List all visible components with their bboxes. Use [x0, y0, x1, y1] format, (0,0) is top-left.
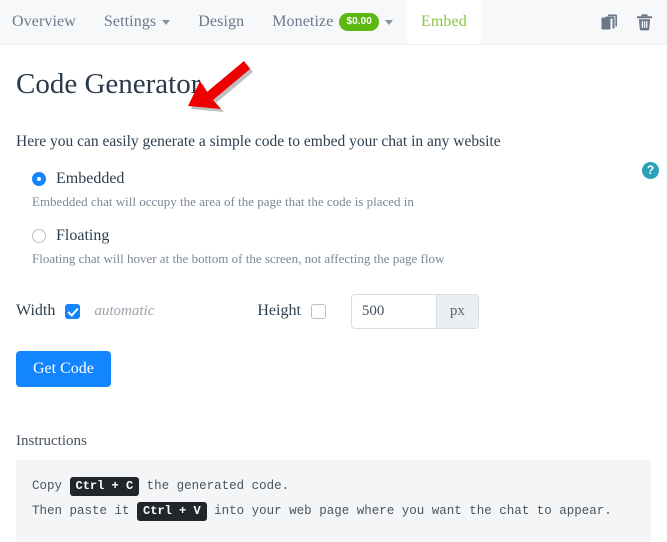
- nav-tab-settings-label: Settings: [103, 13, 157, 30]
- nav-tab-monetize[interactable]: Monetize $0.00: [258, 0, 407, 44]
- embed-type-options: Embedded Embedded chat will occupy the a…: [16, 170, 651, 267]
- instructions-line-2-before: Then paste it: [32, 503, 130, 518]
- instructions-line-2-after: into your web page where you want the ch…: [214, 503, 612, 518]
- top-navbar: Overview Settings Design Monetize $0.00 …: [0, 0, 667, 45]
- width-automatic-text: automatic: [94, 302, 155, 319]
- radio-embedded[interactable]: [32, 171, 46, 186]
- instructions-line-1-after: the generated code.: [146, 478, 290, 493]
- instructions-line-1: Copy Ctrl + C the generated code.: [32, 474, 635, 499]
- height-label: Height: [257, 302, 301, 320]
- width-automatic-checkbox[interactable]: [65, 303, 81, 319]
- radio-embedded-label: Embedded: [56, 169, 125, 187]
- nav-tab-settings[interactable]: Settings: [90, 0, 184, 44]
- kbd-paste-shortcut: Ctrl + V: [137, 501, 207, 521]
- instructions-title: Instructions: [16, 432, 87, 449]
- instructions-panel: Copy Ctrl + C the generated code. Then p…: [16, 459, 651, 542]
- option-floating: Floating Floating chat will hover at the…: [32, 227, 651, 267]
- instructions-line-2: Then paste it Ctrl + V into your web pag…: [32, 499, 635, 524]
- nav-tab-overview[interactable]: Overview: [0, 0, 90, 44]
- height-input-group: px: [350, 293, 479, 329]
- nav-tab-design-label: Design: [198, 13, 245, 30]
- page-content: Code Generator ? Here you can easily gen…: [0, 67, 667, 542]
- radio-floating-hint: Floating chat will hover at the bottom o…: [32, 250, 445, 266]
- help-icon[interactable]: ?: [642, 162, 659, 179]
- radio-embedded-hint: Embedded chat will occupy the area of th…: [32, 193, 414, 209]
- nav-actions: [601, 0, 667, 44]
- nav-tab-monetize-label: Monetize: [272, 13, 334, 30]
- option-floating-row[interactable]: Floating: [32, 227, 651, 245]
- monetize-balance-badge: $0.00: [339, 13, 379, 31]
- width-label: Width: [16, 302, 56, 320]
- kbd-copy-shortcut: Ctrl + C: [69, 476, 140, 496]
- nav-tab-embed-label: Embed: [420, 13, 467, 30]
- nav-tab-embed[interactable]: Embed: [406, 0, 481, 44]
- instructions-line-1-before: Copy: [32, 478, 63, 493]
- get-code-button[interactable]: Get Code: [16, 350, 111, 387]
- nav-tab-design[interactable]: Design: [184, 0, 258, 44]
- page-title: Code Generator: [16, 68, 201, 100]
- nav-tab-overview-label: Overview: [12, 13, 76, 30]
- height-automatic-checkbox[interactable]: [310, 303, 326, 319]
- option-embedded: Embedded Embedded chat will occupy the a…: [32, 170, 651, 210]
- height-group: Height px: [257, 293, 479, 329]
- trash-icon[interactable]: [636, 13, 653, 32]
- height-input[interactable]: [351, 294, 436, 328]
- radio-floating[interactable]: [32, 228, 46, 243]
- intro-text: Here you can easily generate a simple co…: [16, 132, 501, 150]
- chevron-down-icon: [162, 19, 171, 25]
- radio-floating-label: Floating: [56, 226, 110, 244]
- nav-items: Overview Settings Design Monetize $0.00 …: [0, 0, 481, 44]
- height-unit-addon: px: [435, 294, 478, 328]
- copy-icon[interactable]: [601, 13, 618, 32]
- size-controls: Width automatic Height px: [16, 293, 651, 329]
- chevron-down-icon: [384, 19, 393, 25]
- option-embedded-row[interactable]: Embedded: [32, 170, 651, 188]
